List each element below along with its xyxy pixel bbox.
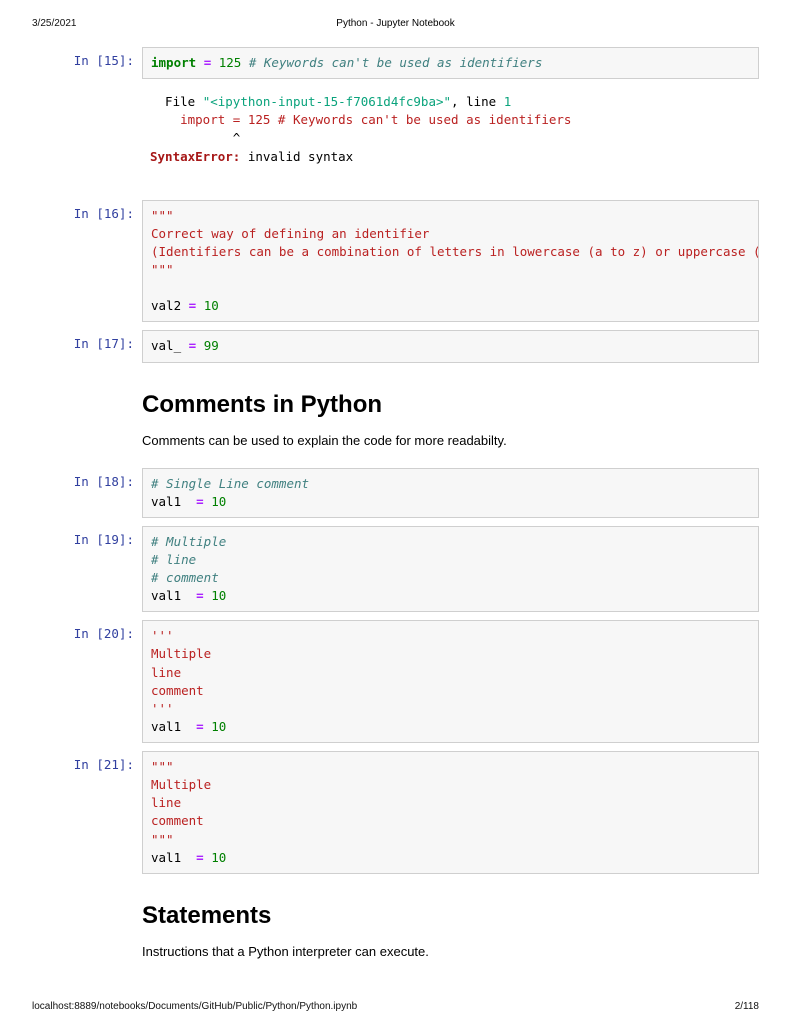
code-input-21[interactable]: """ Multiple line comment """ val1 = 10 — [142, 751, 759, 874]
markdown-comments: Comments in Python Comments can be used … — [142, 391, 751, 448]
heading-comments: Comments in Python — [142, 391, 751, 419]
cell-20: In [20]: ''' Multiple line comment ''' v… — [32, 620, 759, 743]
prompt-in-21: In [21]: — [64, 751, 142, 874]
code-input-17[interactable]: val_ = 99 — [142, 330, 759, 362]
paragraph-statements: Instructions that a Python interpreter c… — [142, 944, 751, 959]
code-input-20[interactable]: ''' Multiple line comment ''' val1 = 10 — [142, 620, 759, 743]
page: 3/25/2021 Python - Jupyter Notebook In [… — [0, 0, 791, 1024]
footer-path: localhost:8889/notebooks/Documents/GitHu… — [32, 1001, 357, 1012]
footer-page: 2/118 — [735, 1001, 759, 1012]
cell-17: In [17]: val_ = 99 — [32, 330, 759, 362]
print-footer: localhost:8889/notebooks/Documents/GitHu… — [32, 1001, 759, 1012]
cell-21: In [21]: """ Multiple line comment """ v… — [32, 751, 759, 874]
prompt-in-19: In [19]: — [64, 526, 142, 613]
heading-statements: Statements — [142, 902, 751, 930]
cell-16: In [16]: """ Correct way of defining an … — [32, 200, 759, 323]
code-input-19[interactable]: # Multiple # line # comment val1 = 10 — [142, 526, 759, 613]
cell-19: In [19]: # Multiple # line # comment val… — [32, 526, 759, 613]
cell-15: In [15]: import = 125 # Keywords can't b… — [32, 47, 759, 79]
code-input-15[interactable]: import = 125 # Keywords can't be used as… — [142, 47, 759, 79]
output-15: File "<ipython-input-15-f7061d4fc9ba>", … — [142, 87, 759, 176]
prompt-in-17: In [17]: — [64, 330, 142, 362]
code-input-16[interactable]: """ Correct way of defining an identifie… — [142, 200, 759, 323]
code-input-18[interactable]: # Single Line comment val1 = 10 — [142, 468, 759, 518]
prompt-in-15: In [15]: — [64, 47, 142, 79]
cell-15-output: File "<ipython-input-15-f7061d4fc9ba>", … — [32, 87, 759, 176]
paragraph-comments: Comments can be used to explain the code… — [142, 433, 751, 448]
markdown-statements: Statements Instructions that a Python in… — [142, 902, 751, 959]
prompt-in-20: In [20]: — [64, 620, 142, 743]
cell-18: In [18]: # Single Line comment val1 = 10 — [32, 468, 759, 518]
prompt-in-16: In [16]: — [64, 200, 142, 323]
prompt-in-18: In [18]: — [64, 468, 142, 518]
print-title: Python - Jupyter Notebook — [0, 18, 791, 29]
